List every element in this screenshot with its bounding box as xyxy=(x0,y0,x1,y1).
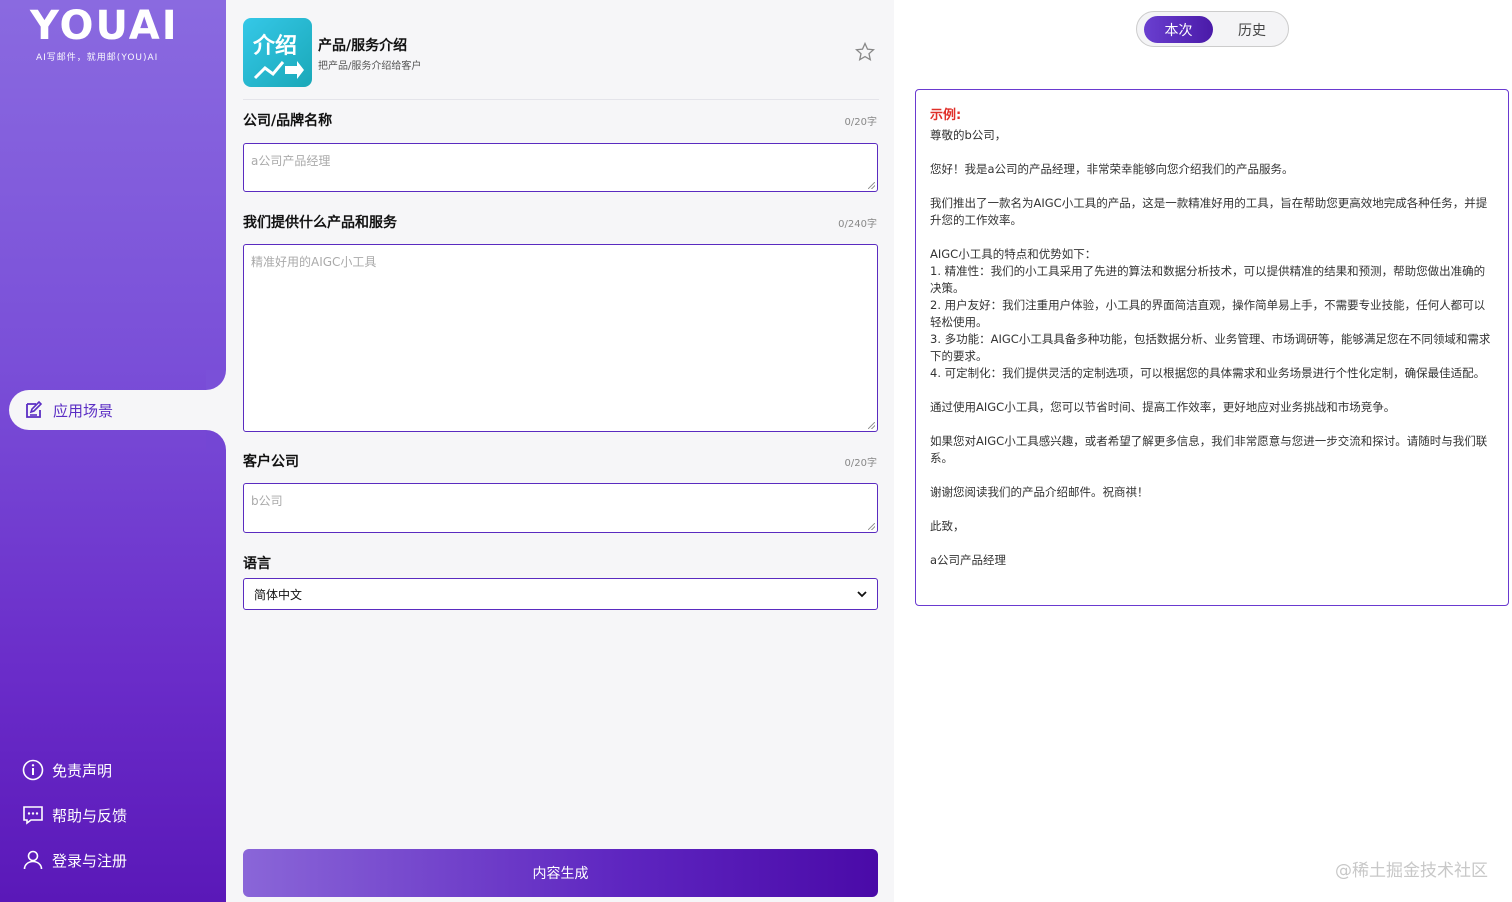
sidebar-item-label: 免责声明 xyxy=(52,761,113,780)
result-panel: 本次 历史 示例: 尊敬的b公司， 您好！我是a公司的产品经理，非常荣幸能够向您… xyxy=(894,0,1512,902)
resize-handle[interactable] xyxy=(868,523,875,530)
language-label: 语言 xyxy=(243,556,271,572)
logo-main: YOUAI xyxy=(30,3,179,49)
generate-button[interactable]: 内容生成 xyxy=(243,849,878,897)
product-label: 我们提供什么产品和服务 xyxy=(243,215,397,231)
app-subtitle: 把产品/服务介绍给客户 xyxy=(318,61,422,72)
sidebar: YOUAI AI写邮件，就用邮(YOU)AI 应用场景 免责声明 帮助与反馈 登… xyxy=(0,0,226,902)
example-content: 尊敬的b公司， 您好！我是a公司的产品经理，非常荣幸能够向您介绍我们的产品服务。… xyxy=(930,127,1494,569)
example-line: 我们推出了一款名为AIGC小工具的产品，这是一款精准好用的工具，旨在帮助您更高效… xyxy=(930,196,1488,227)
client-input[interactable]: b公司 xyxy=(243,483,878,533)
example-line: a公司产品经理 xyxy=(930,553,1007,567)
app-header: 介绍 产品/服务介绍 把产品/服务介绍给客户 xyxy=(243,18,879,100)
example-box: 示例: 尊敬的b公司， 您好！我是a公司的产品经理，非常荣幸能够向您介绍我们的产… xyxy=(915,89,1509,606)
example-line: AIGC小工具的特点和优势如下： xyxy=(930,247,1097,261)
example-title: 示例: xyxy=(930,108,962,123)
company-input[interactable]: a公司产品经理 xyxy=(243,143,878,192)
resize-handle[interactable] xyxy=(868,422,875,429)
language-value: 简体中文 xyxy=(254,587,303,602)
client-label: 客户公司 xyxy=(243,454,299,470)
example-line: 谢谢您阅读我们的产品介绍邮件。祝商祺！ xyxy=(930,485,1149,499)
product-placeholder: 精准好用的AIGC小工具 xyxy=(251,255,377,269)
company-label: 公司/品牌名称 xyxy=(243,113,333,129)
example-line: 您好！我是a公司的产品经理，非常荣幸能够向您介绍我们的产品服务。 xyxy=(930,162,1294,176)
star-icon[interactable] xyxy=(855,42,875,62)
example-line: 如果您对AIGC小工具感兴趣，或者希望了解更多信息，我们非常愿意与您进一步交流和… xyxy=(930,434,1488,465)
client-placeholder: b公司 xyxy=(251,494,283,508)
sidebar-item-help[interactable]: 帮助与反馈 xyxy=(22,804,222,826)
sidebar-item-login[interactable]: 登录与注册 xyxy=(22,849,222,871)
example-line: 2. 用户友好：我们注重用户体验，小工具的界面简洁直观，操作简单易上手，不需要专… xyxy=(930,298,1486,329)
arrow-icon xyxy=(253,61,304,80)
edit-icon xyxy=(23,399,45,421)
example-line xyxy=(930,382,1494,399)
sidebar-item-scenes[interactable]: 应用场景 xyxy=(9,390,226,430)
tab-current[interactable]: 本次 xyxy=(1144,16,1213,43)
sidebar-item-scenes-wrap: 应用场景 xyxy=(9,370,226,450)
example-line: 3. 多功能：AIGC小工具具备多种功能，包括数据分析、业务管理、市场调研等，能… xyxy=(930,332,1491,363)
user-icon xyxy=(22,849,44,871)
logo: YOUAI AI写邮件，就用邮(YOU)AI xyxy=(30,3,190,63)
company-count: 0/20字 xyxy=(844,117,877,128)
example-line xyxy=(930,416,1494,433)
logo-tagline: AI写邮件，就用邮(YOU)AI xyxy=(36,53,159,63)
chevron-down-icon xyxy=(857,591,867,598)
language-select[interactable]: 简体中文 xyxy=(243,578,878,610)
product-count: 0/240字 xyxy=(838,219,877,230)
client-count: 0/20字 xyxy=(844,458,877,469)
form-panel: 介绍 产品/服务介绍 把产品/服务介绍给客户 公司/品牌名称 0/20字 a公司… xyxy=(226,0,894,902)
example-line: 1. 精准性：我们的小工具采用了先进的算法和数据分析技术，可以提供精准的结果和预… xyxy=(930,264,1486,295)
sidebar-item-label: 应用场景 xyxy=(53,401,114,420)
history-toggle: 本次 历史 xyxy=(1136,11,1289,47)
example-line xyxy=(930,467,1494,484)
example-line xyxy=(930,178,1494,195)
chat-icon xyxy=(22,804,44,826)
tab-history[interactable]: 历史 xyxy=(1219,16,1285,43)
company-placeholder: a公司产品经理 xyxy=(251,154,331,168)
product-input[interactable]: 精准好用的AIGC小工具 xyxy=(243,244,878,432)
example-line: 此致， xyxy=(930,519,965,533)
app-title: 产品/服务介绍 xyxy=(318,38,408,54)
sidebar-item-label: 登录与注册 xyxy=(52,851,128,870)
resize-handle[interactable] xyxy=(868,182,875,189)
example-line xyxy=(930,144,1494,161)
app-icon: 介绍 xyxy=(243,18,312,87)
example-line: 通过使用AIGC小工具，您可以节省时间、提高工作效率，更好地应对业务挑战和市场竞… xyxy=(930,400,1396,414)
example-line: 尊敬的b公司， xyxy=(930,128,1007,142)
example-line xyxy=(930,501,1494,518)
sidebar-item-label: 帮助与反馈 xyxy=(52,806,128,825)
info-icon xyxy=(22,759,44,781)
example-line: 4. 可定制化：我们提供灵活的定制选项，可以根据您的具体需求和业务场景进行个性化… xyxy=(930,366,1486,380)
example-line xyxy=(930,535,1494,552)
example-line xyxy=(930,229,1494,246)
watermark: @稀土掘金技术社区 xyxy=(1335,861,1488,881)
sidebar-item-disclaimer[interactable]: 免责声明 xyxy=(22,759,222,781)
